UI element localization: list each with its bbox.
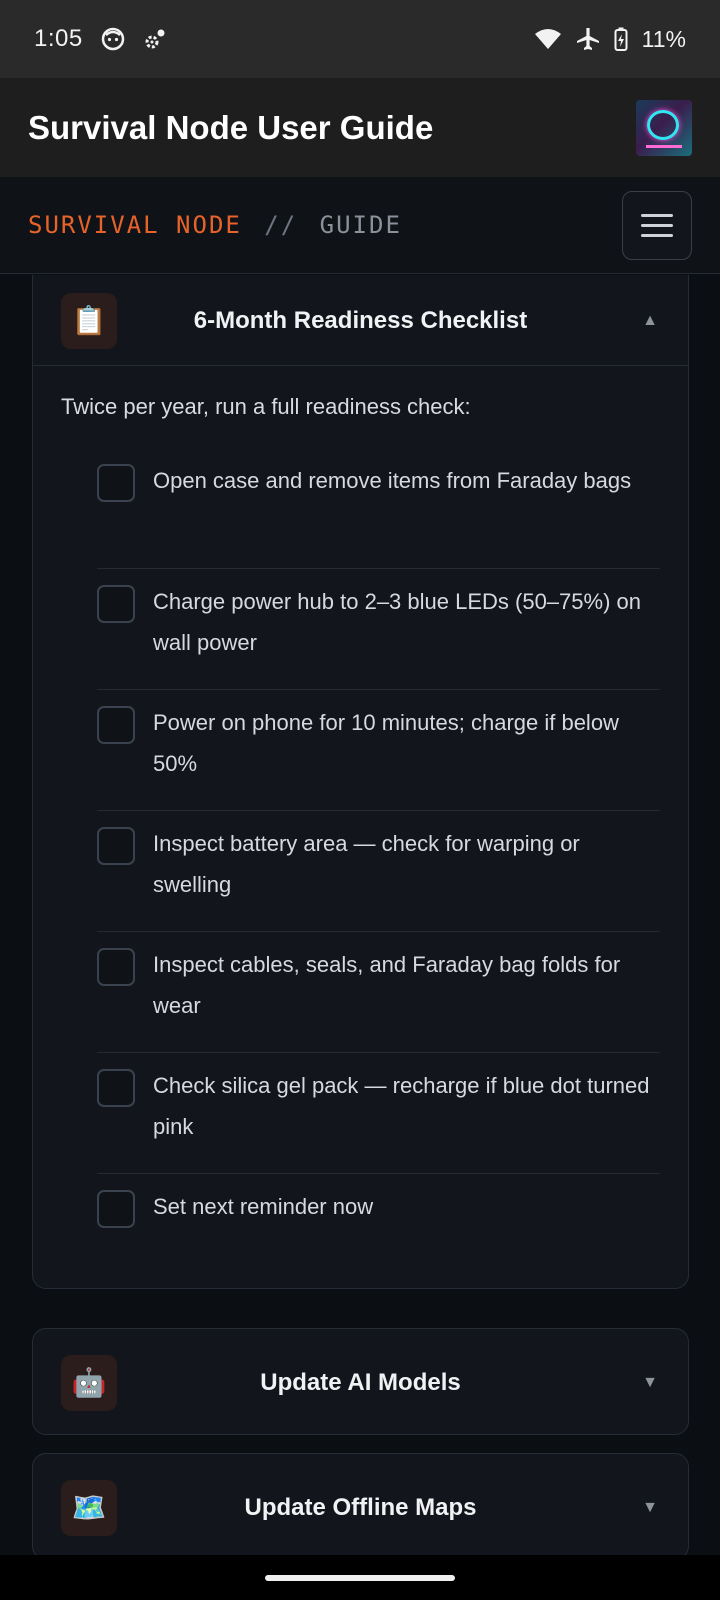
accordion-header-update-offline-maps[interactable]: 🗺️ Update Offline Maps ▼ xyxy=(33,1454,688,1555)
logo-ring xyxy=(647,109,679,140)
screen: 1:05 11% Survival Node User Guide SURVIV… xyxy=(0,0,720,1600)
checklist-item-text: Set next reminder now xyxy=(153,1194,374,1219)
accordion-update-ai-models[interactable]: 🤖 Update AI Models ▼ xyxy=(32,1328,689,1435)
accordion-title: Update Offline Maps xyxy=(244,1493,477,1521)
accordion-title: 6-Month Readiness Checklist xyxy=(193,306,528,334)
status-time: 1:05 xyxy=(34,25,83,52)
checklist-item-text: Open case and remove items from Faraday … xyxy=(153,468,632,493)
site-header: SURVIVAL NODE // GUIDE xyxy=(0,177,720,274)
status-right: 11% xyxy=(534,26,686,53)
chevron-down-icon[interactable]: ▼ xyxy=(642,1374,658,1392)
app-logo[interactable] xyxy=(636,99,692,156)
face-icon xyxy=(101,27,125,51)
checklist-item: Power on phone for 10 minutes; charge if… xyxy=(97,690,660,811)
checkbox[interactable] xyxy=(97,706,135,744)
checkbox[interactable] xyxy=(97,1190,135,1228)
checkbox[interactable] xyxy=(97,464,135,502)
logo-bar xyxy=(646,144,682,148)
checklist-item: Open case and remove items from Faraday … xyxy=(97,448,660,569)
chevron-up-icon[interactable]: ▲ xyxy=(642,312,658,330)
clipboard-icon: 📋 xyxy=(61,292,117,349)
brand-separator: // xyxy=(264,211,298,239)
wifi-icon xyxy=(534,27,562,51)
checkbox[interactable] xyxy=(97,948,135,986)
app-bar: Survival Node User Guide xyxy=(0,78,720,177)
checklist-item: Inspect battery area — check for warping… xyxy=(97,811,660,932)
hamburger-menu-icon-line-1 xyxy=(641,213,673,217)
navigation-bar xyxy=(0,1555,720,1600)
chevron-down-icon[interactable]: ▼ xyxy=(642,1499,658,1517)
checklist: Open case and remove items from Faraday … xyxy=(61,448,660,1295)
map-icon: 🗺️ xyxy=(61,1479,117,1536)
checklist-item-text: Check silica gel pack — recharge if blue… xyxy=(153,1073,650,1139)
checklist-item-text: Inspect battery area — check for warping… xyxy=(153,831,580,897)
checklist-item-text: Charge power hub to 2–3 blue LEDs (50–75… xyxy=(153,589,641,655)
hamburger-menu-button[interactable] xyxy=(622,190,692,260)
battery-charging-icon xyxy=(614,27,628,51)
app-title: Survival Node User Guide xyxy=(28,108,434,146)
checklist-item: Set next reminder now xyxy=(97,1174,660,1295)
accordion-header-update-ai-models[interactable]: 🤖 Update AI Models ▼ xyxy=(33,1329,688,1436)
battery-percent: 11% xyxy=(641,25,686,52)
accordion-update-offline-maps[interactable]: 🗺️ Update Offline Maps ▼ xyxy=(32,1453,689,1555)
accordion-header-readiness-checklist[interactable]: 📋 6-Month Readiness Checklist ▲ xyxy=(33,275,688,366)
brand-main: SURVIVAL NODE xyxy=(28,211,242,239)
checklist-intro: Twice per year, run a full readiness che… xyxy=(61,394,471,419)
brand-sub: GUIDE xyxy=(319,211,402,239)
checklist-item: Charge power hub to 2–3 blue LEDs (50–75… xyxy=(97,569,660,690)
checkbox[interactable] xyxy=(97,1069,135,1107)
hamburger-menu-icon-line-3 xyxy=(641,233,673,237)
hamburger-menu-icon-line-2 xyxy=(641,223,673,227)
content: 📋 6-Month Readiness Checklist ▲ Twice pe… xyxy=(0,275,720,1555)
brand[interactable]: SURVIVAL NODE // GUIDE xyxy=(28,211,402,239)
accordion-readiness-checklist: 📋 6-Month Readiness Checklist ▲ Twice pe… xyxy=(32,275,689,1289)
accordion-title: Update AI Models xyxy=(260,1368,461,1396)
checkbox[interactable] xyxy=(97,585,135,623)
robot-icon: 🤖 xyxy=(61,1354,117,1411)
airplane-icon xyxy=(576,27,600,51)
home-gesture-handle[interactable] xyxy=(265,1574,455,1581)
accordion-body: Twice per year, run a full readiness che… xyxy=(33,366,688,1295)
gear-notification-icon xyxy=(143,27,167,51)
checkbox[interactable] xyxy=(97,827,135,865)
checklist-item-text: Inspect cables, seals, and Faraday bag f… xyxy=(153,952,621,1018)
checklist-item: Inspect cables, seals, and Faraday bag f… xyxy=(97,932,660,1053)
status-left: 1:05 xyxy=(34,25,167,53)
checklist-item: Check silica gel pack — recharge if blue… xyxy=(97,1053,660,1174)
status-bar: 1:05 11% xyxy=(0,0,720,78)
checklist-item-text: Power on phone for 10 minutes; charge if… xyxy=(153,710,619,776)
